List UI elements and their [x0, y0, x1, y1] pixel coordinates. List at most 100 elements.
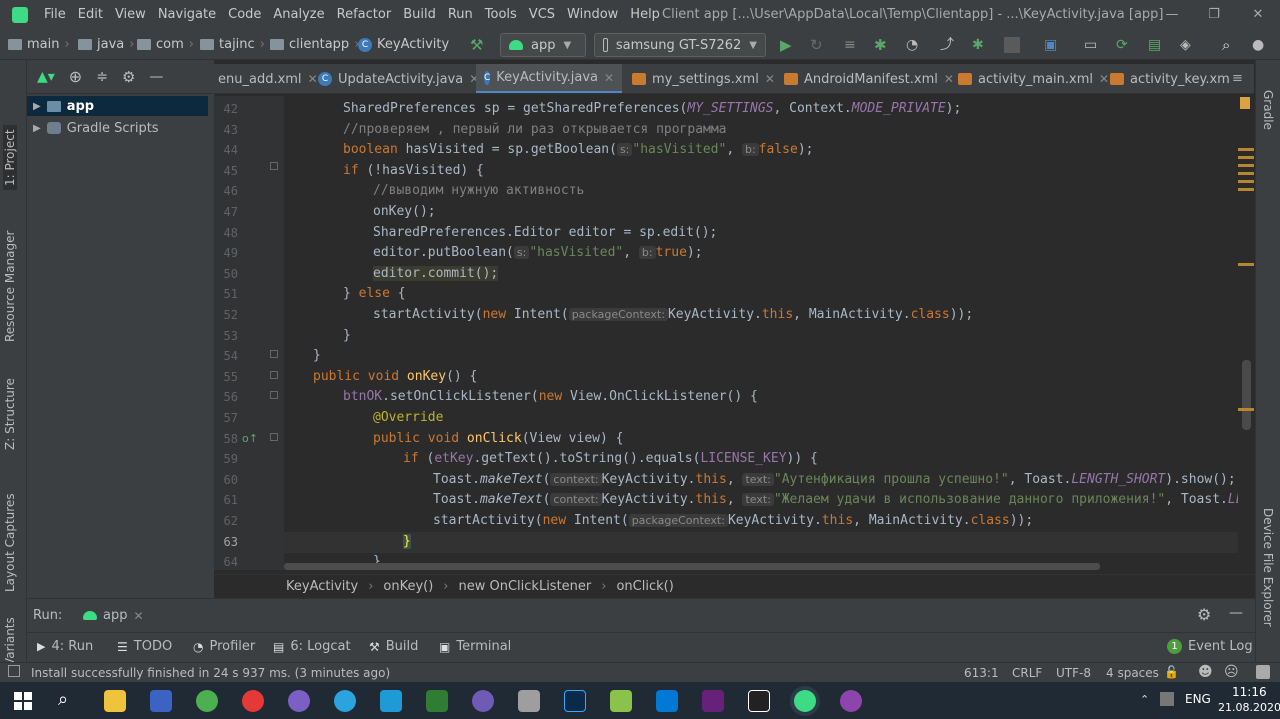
breadcrumb-keyactivity[interactable]: C KeyActivity [358, 37, 449, 52]
app-purple-icon[interactable] [472, 690, 494, 712]
caret-position[interactable]: 613:1 [964, 666, 999, 680]
tab-my-settings[interactable]: my_settings.xml ✕ [624, 64, 783, 93]
tool-tab-todo[interactable]: ☰ TODO [117, 639, 172, 654]
database-icon[interactable] [518, 690, 540, 712]
code-crumb-onclick[interactable]: onClick() [616, 579, 673, 594]
tree-item-app[interactable]: ▶ app [27, 96, 208, 116]
tool-window-project[interactable]: 1: Project [3, 125, 17, 190]
expand-arrow-icon[interactable]: ▶ [33, 123, 41, 134]
tool-window-device-file-explorer[interactable]: Device File Explorer [1261, 508, 1275, 627]
tray-chevron-icon[interactable]: ⌃ [1140, 693, 1149, 706]
marker[interactable] [1238, 172, 1254, 175]
marker[interactable] [1238, 408, 1254, 411]
vscode-icon[interactable] [656, 690, 678, 712]
inspector-face-icon[interactable]: ☻ [1198, 664, 1213, 680]
close-tab-icon[interactable]: ✕ [604, 71, 614, 85]
tool-tab-profiler[interactable]: ◔ Profiler [193, 639, 255, 654]
tree-item-gradle-scripts[interactable]: ▶ Gradle Scripts [33, 118, 159, 138]
collapse-all-icon[interactable]: ≑ [96, 69, 108, 85]
make-project-hammer-icon[interactable]: ⚒ [470, 37, 486, 53]
telegram-icon[interactable] [334, 690, 356, 712]
app-icon[interactable] [380, 690, 402, 712]
warning-status-icon[interactable] [1240, 97, 1250, 109]
attach-debugger-icon[interactable]: ⤴ [940, 37, 956, 53]
fold-icon[interactable] [270, 371, 278, 379]
project-structure-icon[interactable]: ▣ [1044, 37, 1060, 53]
layout-inspector-icon[interactable]: ◈ [1180, 37, 1196, 53]
git-icon[interactable] [426, 690, 448, 712]
memory-indicator-icon[interactable] [1256, 665, 1270, 679]
jetbrains-icon[interactable] [748, 690, 770, 712]
debug-attach-icon[interactable]: ✱ [972, 37, 988, 53]
target-icon[interactable]: ⊕ [69, 67, 82, 86]
code-crumb-class[interactable]: KeyActivity [286, 579, 358, 594]
menu-view[interactable]: View [115, 7, 146, 22]
photoshop-icon[interactable] [564, 690, 586, 712]
menu-build[interactable]: Build [403, 7, 436, 22]
marker[interactable] [1238, 188, 1254, 191]
tool-window-gradle[interactable]: Gradle [1261, 90, 1275, 130]
sync-gradle-icon[interactable]: ⟳ [1116, 37, 1132, 53]
close-window-icon[interactable]: ✕ [1248, 5, 1268, 25]
marker[interactable] [1238, 148, 1254, 151]
code-crumb-method[interactable]: onKey() [383, 579, 433, 594]
menu-file[interactable]: File [44, 7, 66, 22]
notepad-icon[interactable] [610, 690, 632, 712]
debug-icon[interactable]: ✱ [874, 37, 890, 53]
menu-help[interactable]: Help [630, 7, 660, 22]
gear-icon[interactable]: ⚙ [1197, 605, 1211, 624]
marker[interactable] [1238, 180, 1254, 183]
apply-changes-icon[interactable]: ↻ [810, 37, 826, 53]
file-explorer-icon[interactable] [104, 690, 126, 712]
code-editor[interactable]: SharedPreferences sp = getSharedPreferen… [284, 96, 1238, 570]
menu-navigate[interactable]: Navigate [158, 7, 216, 22]
breadcrumb-com[interactable]: com › [137, 37, 194, 52]
tool-window-layout-captures[interactable]: Layout Captures [3, 493, 17, 592]
menu-refactor[interactable]: Refactor [337, 7, 392, 22]
media-player-icon[interactable] [840, 690, 862, 712]
tab-android-manifest[interactable]: AndroidManifest.xml ✕ [776, 64, 962, 93]
search-icon[interactable]: ⌕ [1222, 37, 1238, 53]
keyboard-language[interactable]: ENG [1185, 692, 1211, 706]
menu-run[interactable]: Run [448, 7, 473, 22]
menu-tools[interactable]: Tools [485, 7, 517, 22]
gear-icon[interactable]: ⚙ [122, 68, 135, 86]
tool-window-structure[interactable]: Z: Structure [3, 378, 17, 450]
close-tab-icon[interactable]: ✕ [765, 72, 775, 86]
code-crumb-listener[interactable]: new OnClickListener [459, 579, 592, 594]
tab-enu-add-xml[interactable]: enu_add.xml ✕ [214, 64, 326, 93]
close-tab-icon[interactable]: ✕ [133, 609, 143, 623]
tab-key-activity[interactable]: C KeyActivity.java ✕ [476, 64, 622, 93]
clock-date[interactable]: 21.08.2020 [1218, 701, 1280, 714]
breadcrumb-tajinc[interactable]: tajinc › [200, 37, 265, 52]
recorder-icon[interactable] [242, 690, 264, 712]
marker[interactable] [1238, 156, 1254, 159]
menu-code[interactable]: Code [228, 7, 261, 22]
breadcrumb-main[interactable]: main › [8, 37, 70, 52]
fold-icon[interactable] [270, 162, 278, 170]
tab-activity-key[interactable]: activity_key.xm [1102, 64, 1238, 93]
chrome-icon[interactable] [196, 690, 218, 712]
breadcrumb-java[interactable]: java › [78, 37, 134, 52]
vertical-scrollbar-thumb[interactable] [1242, 360, 1251, 430]
android-view-icon[interactable]: ▲▾ [37, 69, 55, 85]
horizontal-scrollbar[interactable] [284, 563, 1100, 570]
tool-tab-logcat[interactable]: ▤ 6: Logcat [273, 639, 351, 654]
network-icon[interactable] [1160, 692, 1174, 706]
tab-activity-main[interactable]: activity_main.xml ✕ [950, 64, 1117, 93]
visual-studio-icon[interactable] [702, 690, 724, 712]
status-message[interactable]: Install successfully finished in 24 s 93… [31, 666, 390, 680]
apply-code-changes-icon[interactable]: ≡ [844, 37, 860, 53]
marker[interactable] [1238, 263, 1254, 266]
stop-icon[interactable] [1004, 37, 1020, 53]
user-icon[interactable]: ● [1252, 37, 1268, 53]
breadcrumb-clientapp[interactable]: clientapp › [270, 37, 359, 52]
maximize-icon[interactable]: ❐ [1204, 5, 1224, 25]
minimize-icon[interactable]: — [1162, 5, 1182, 25]
fold-icon[interactable] [270, 350, 278, 358]
profile-icon[interactable]: ◔ [906, 37, 922, 53]
run-tab-app[interactable]: app ✕ [83, 608, 144, 623]
save-app-icon[interactable] [150, 690, 172, 712]
windows-start-icon[interactable] [14, 692, 32, 710]
android-studio-taskbar-icon[interactable] [794, 690, 816, 712]
